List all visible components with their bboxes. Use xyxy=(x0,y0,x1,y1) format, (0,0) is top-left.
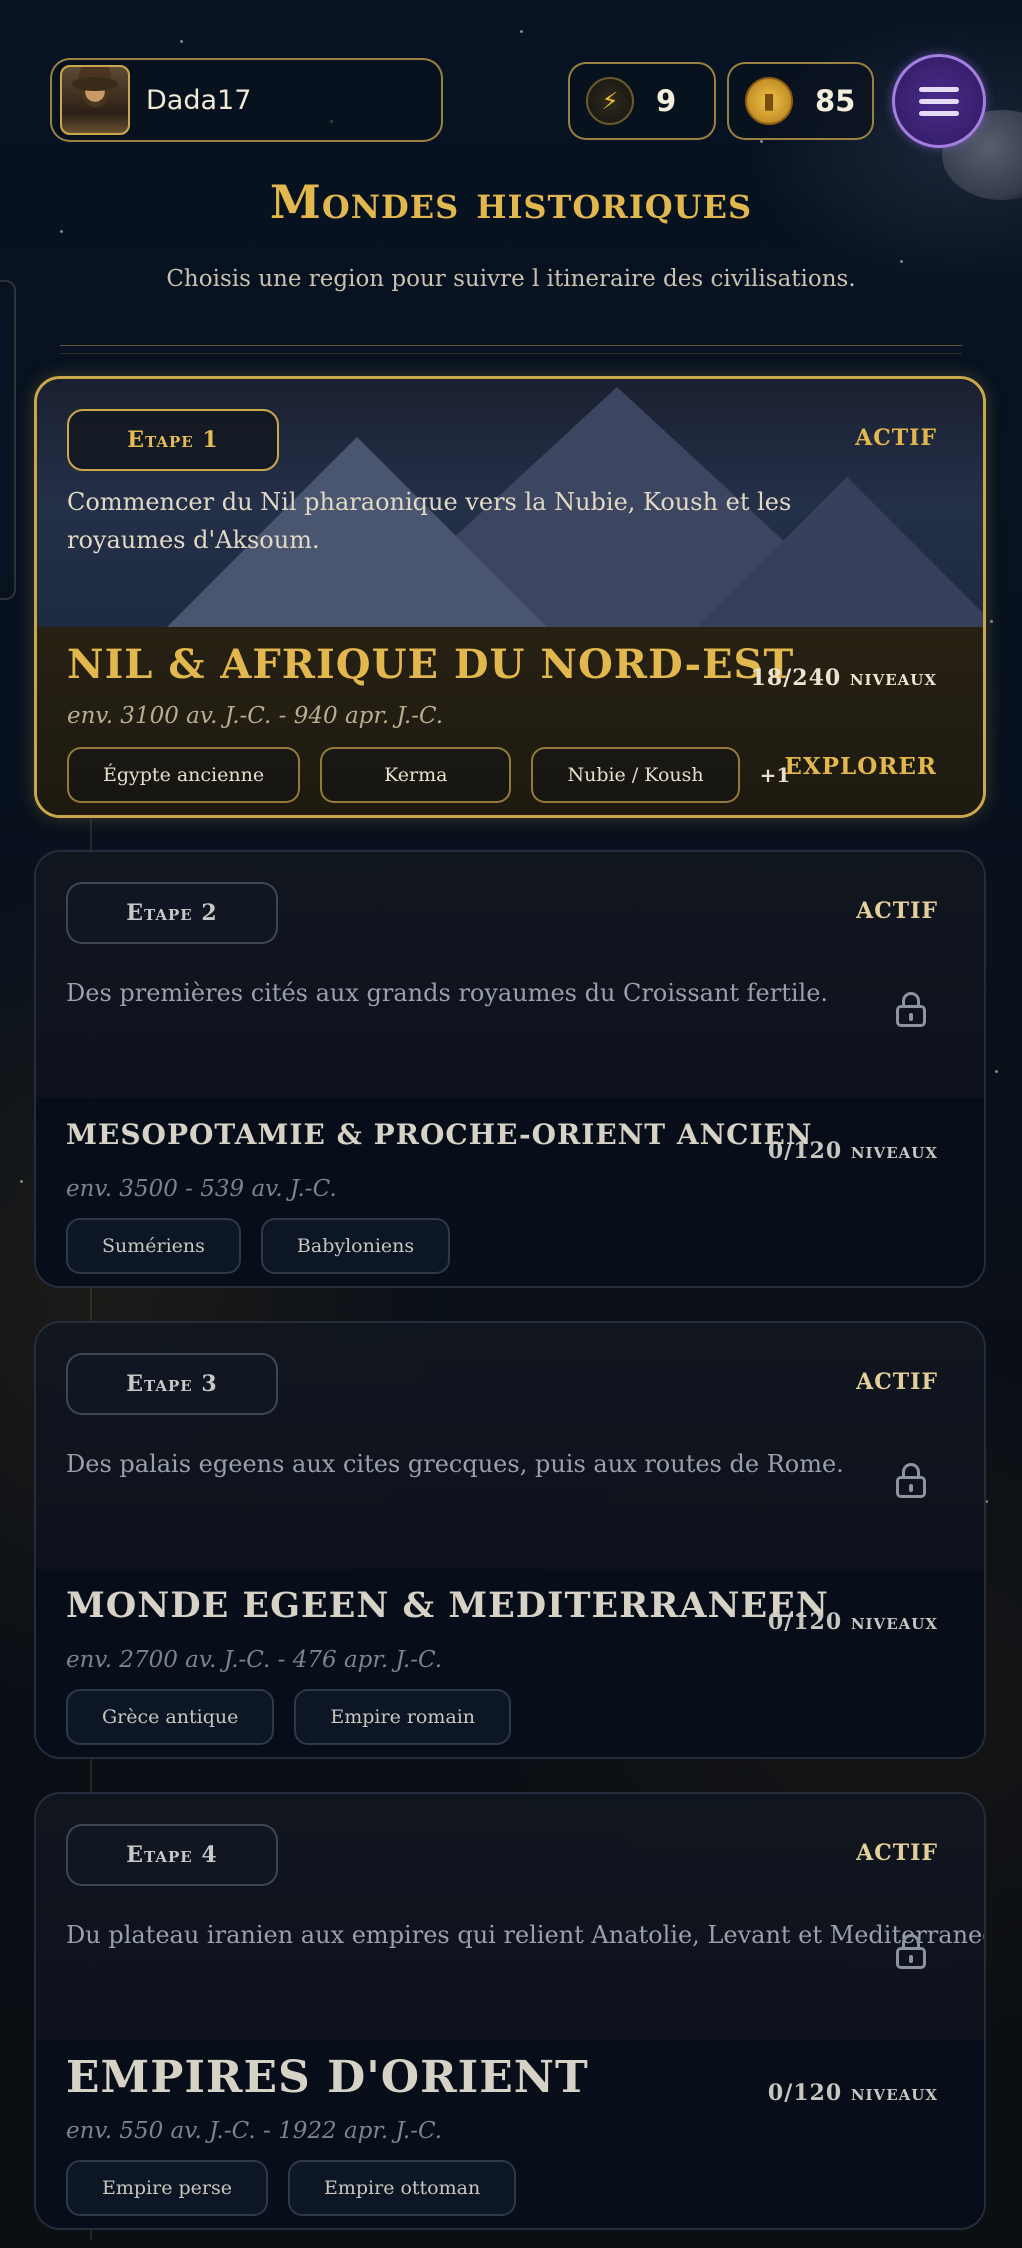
status-label: ACTIF xyxy=(855,425,937,451)
stage-badge: Etape 2 xyxy=(66,882,278,944)
civilization-tag[interactable]: Kerma xyxy=(320,747,512,803)
civilization-tags: Égypte ancienne Kerma Nubie / Koush +1 xyxy=(67,747,790,803)
civilization-tags: Sumériens Babyloniens xyxy=(66,1218,451,1274)
civilization-tag[interactable]: Grèce antique xyxy=(66,1689,275,1745)
region-dates: env. 3500 - 539 av. J.-C. xyxy=(66,1176,337,1202)
lock-icon xyxy=(896,992,926,1028)
region-card-empires-orient[interactable]: Etape 4 ACTIF Du plateau iranien aux emp… xyxy=(34,1792,986,2230)
region-dates: env. 3100 av. J.-C. - 940 apr. J.-C. xyxy=(67,703,444,729)
status-label: ACTIF xyxy=(856,1369,938,1395)
region-name: EMPIRES D'ORIENT xyxy=(66,2052,589,2103)
civilization-tag[interactable]: Sumériens xyxy=(66,1218,241,1274)
civilization-tag[interactable]: Empire ottoman xyxy=(287,2160,517,2216)
page-title: Mondes historiques xyxy=(269,175,753,229)
region-card-nil[interactable]: Etape 1 ACTIF Commencer du Nil pharaoniq… xyxy=(34,376,986,818)
lock-icon xyxy=(896,1463,926,1499)
civilization-tag[interactable]: Babyloniens xyxy=(260,1218,451,1274)
player-profile-button[interactable]: Dada17 xyxy=(50,58,443,142)
page-subtitle: Choisis une region pour suivre l itinera… xyxy=(166,266,856,292)
region-description: Commencer du Nil pharaonique vers la Nub… xyxy=(67,488,792,554)
region-name: MONDE EGEEN & MEDITERRANEEN xyxy=(66,1585,829,1626)
region-card-monde-egeen[interactable]: Etape 3 ACTIF Des palais egeens aux cite… xyxy=(34,1321,986,1759)
lightning-icon: ⚡ xyxy=(586,77,634,125)
region-description: Des palais egeens aux cites grecques, pu… xyxy=(66,1450,844,1478)
region-description: Du plateau iranien aux empires qui relie… xyxy=(66,1921,986,1949)
explore-button[interactable]: EXPLORER xyxy=(784,753,937,780)
region-name: NIL & AFRIQUE DU NORD-EST xyxy=(67,641,795,688)
status-label: ACTIF xyxy=(856,1840,938,1866)
divider xyxy=(60,353,962,354)
region-name: MESOPOTAMIE & PROCHE-ORIENT ANCIEN xyxy=(66,1118,813,1151)
energy-counter[interactable]: ⚡ 9 xyxy=(568,62,716,140)
civilization-tag[interactable]: Égypte ancienne xyxy=(67,747,301,803)
civilization-tags: Empire perse Empire ottoman xyxy=(66,2160,517,2216)
stage-badge: Etape 3 xyxy=(66,1353,278,1415)
hamburger-menu-icon[interactable] xyxy=(892,54,986,148)
region-progress: 0/120 niveaux xyxy=(767,1138,938,1164)
civilization-tags: Grèce antique Empire romain xyxy=(66,1689,512,1745)
region-progress: 0/120 niveaux xyxy=(767,2080,938,2106)
status-label: ACTIF xyxy=(856,898,938,924)
stage-badge: Etape 4 xyxy=(66,1824,278,1886)
region-description: Des premières cités aux grands royaumes … xyxy=(66,979,829,1007)
civilization-tag[interactable]: Empire perse xyxy=(66,2160,268,2216)
region-progress: 0/120 niveaux xyxy=(767,1609,938,1635)
coins-counter[interactable]: ▮ 85 xyxy=(727,62,874,140)
region-dates: env. 2700 av. J.-C. - 476 apr. J.-C. xyxy=(66,1647,443,1673)
civilization-tag[interactable]: Nubie / Koush xyxy=(531,747,740,803)
region-card-mesopotamie[interactable]: Etape 2 ACTIF Des premières cités aux gr… xyxy=(34,850,986,1288)
civilization-tag[interactable]: Empire romain xyxy=(294,1689,512,1745)
region-dates: env. 550 av. J.-C. - 1922 apr. J.-C. xyxy=(66,2118,443,2144)
top-bar: Dada17 ⚡ 9 ▮ 85 xyxy=(0,0,1022,150)
coins-value: 85 xyxy=(815,84,856,118)
coin-icon: ▮ xyxy=(745,77,793,125)
divider xyxy=(60,345,962,346)
energy-value: 9 xyxy=(656,84,677,118)
lock-icon xyxy=(896,1934,926,1970)
region-progress: 18/240 niveaux xyxy=(750,665,937,691)
avatar xyxy=(60,65,130,135)
stage-badge: Etape 1 xyxy=(67,409,279,471)
player-name: Dada17 xyxy=(146,84,252,116)
side-drawer-handle[interactable] xyxy=(0,280,16,600)
